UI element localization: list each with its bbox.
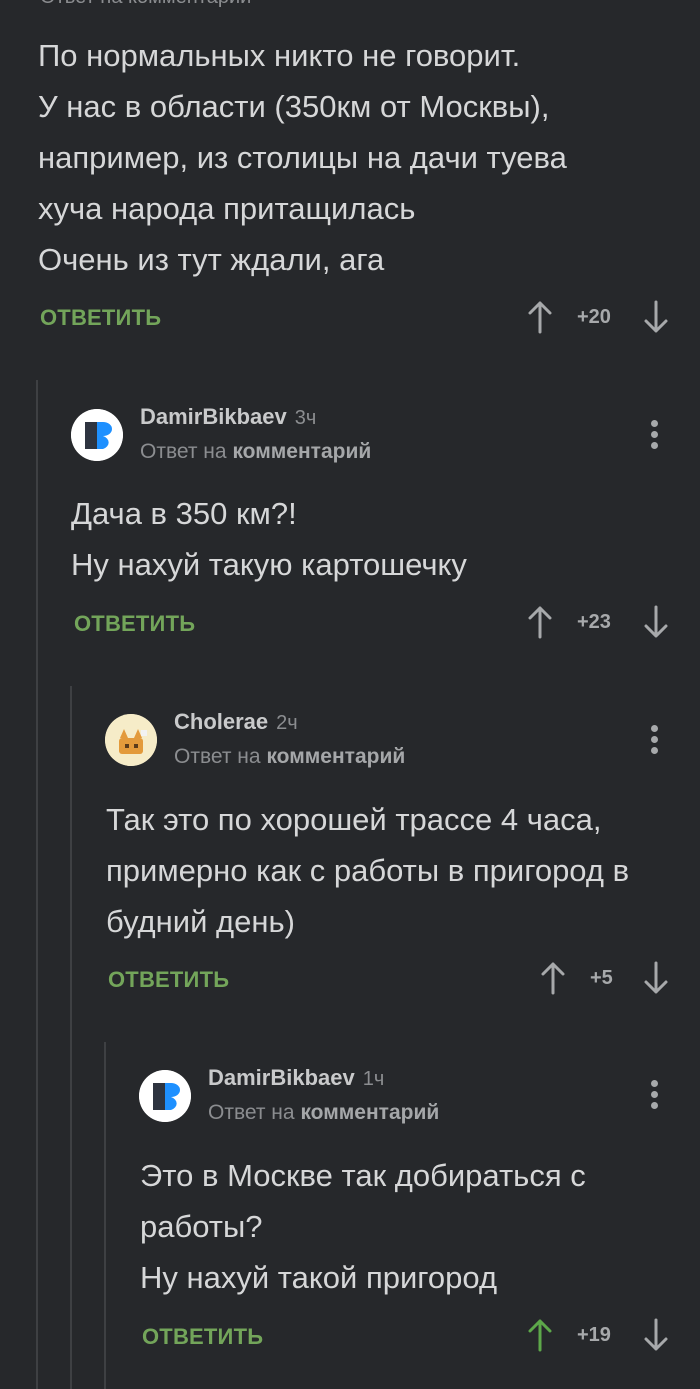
- arrow-down-icon: [644, 961, 668, 994]
- thread-line-level-1[interactable]: [36, 380, 38, 1389]
- arrow-up-icon: [528, 1319, 552, 1352]
- arrow-down-icon: [644, 1318, 668, 1351]
- avatar[interactable]: [71, 409, 123, 461]
- meta-prefix: Ответ на: [174, 745, 261, 768]
- comment-1-body: По нормальных никто не говорит. У нас в …: [38, 38, 567, 277]
- comment-1-downvote-button[interactable]: [643, 300, 669, 334]
- comment-1-rating: +20: [577, 306, 611, 328]
- comment-3-meta: Ответ на комментарий: [174, 745, 405, 769]
- comment-2-rating: +23: [577, 611, 611, 633]
- comment-2-upvote-button[interactable]: [527, 605, 553, 639]
- arrow-down-icon: [644, 300, 668, 333]
- comment-2-header: DamirBikbaev 3ч: [140, 404, 316, 430]
- cat-avatar-icon: [105, 714, 157, 766]
- comment-3-header: Cholerae 2ч: [174, 709, 298, 735]
- comment-time: 3ч: [294, 407, 317, 429]
- truncated-header: Ответ на комментарий: [40, 0, 251, 9]
- comment-4-meta: Ответ на комментарий: [208, 1101, 439, 1125]
- comment-4-rating: +19: [577, 1324, 611, 1346]
- thread-line-level-2[interactable]: [70, 686, 72, 1389]
- arrow-up-icon: [541, 962, 565, 995]
- user-logo-icon: [139, 1070, 191, 1122]
- more-vertical-icon[interactable]: [650, 420, 660, 453]
- comment-3-body: Так это по хорошей трассе 4 часа, пример…: [106, 802, 630, 939]
- truncated-header-text: Ответ на комментарий: [40, 0, 251, 8]
- comment-4-body: Это в Москве так добираться с работы? Ну…: [140, 1158, 586, 1295]
- meta-prefix: Ответ на: [140, 440, 227, 463]
- comment-2-meta: Ответ на комментарий: [140, 440, 371, 464]
- parent-comment-link[interactable]: комментарий: [266, 745, 405, 768]
- arrow-up-icon: [528, 301, 552, 334]
- parent-comment-link[interactable]: комментарий: [300, 1101, 439, 1124]
- comment-2-body: Дача в 350 км?! Ну нахуй такую картошечк…: [71, 496, 467, 582]
- comment-1-reply-button[interactable]: ОТВЕТИТЬ: [40, 305, 161, 331]
- avatar[interactable]: [139, 1070, 191, 1122]
- comment-3-downvote-button[interactable]: [643, 961, 669, 995]
- meta-prefix: Ответ на: [208, 1101, 295, 1124]
- comment-3-reply-button[interactable]: ОТВЕТИТЬ: [108, 967, 229, 993]
- avatar[interactable]: [105, 714, 157, 766]
- comment-4-downvote-button[interactable]: [643, 1318, 669, 1352]
- comment-4-reply-button[interactable]: ОТВЕТИТЬ: [142, 1324, 263, 1350]
- arrow-up-icon: [528, 606, 552, 639]
- comment-3-upvote-button[interactable]: [540, 961, 566, 995]
- user-logo-icon: [71, 409, 123, 461]
- comment-2-reply-button[interactable]: ОТВЕТИТЬ: [74, 611, 195, 637]
- arrow-down-icon: [644, 605, 668, 638]
- comment-time: 1ч: [362, 1068, 385, 1090]
- comment-1-upvote-button[interactable]: [527, 300, 553, 334]
- more-vertical-icon[interactable]: [650, 1080, 660, 1113]
- comment-4-upvote-button[interactable]: [527, 1318, 553, 1352]
- comment-3-rating: +5: [590, 967, 613, 989]
- username[interactable]: DamirBikbaev: [208, 1065, 355, 1090]
- username[interactable]: DamirBikbaev: [140, 404, 287, 429]
- parent-comment-link[interactable]: комментарий: [232, 440, 371, 463]
- more-vertical-icon[interactable]: [650, 725, 660, 758]
- username[interactable]: Cholerae: [174, 709, 268, 734]
- comment-2-downvote-button[interactable]: [643, 605, 669, 639]
- comment-time: 2ч: [276, 712, 298, 734]
- thread-line-level-3[interactable]: [104, 1042, 106, 1389]
- comment-4-header: DamirBikbaev 1ч: [208, 1065, 384, 1091]
